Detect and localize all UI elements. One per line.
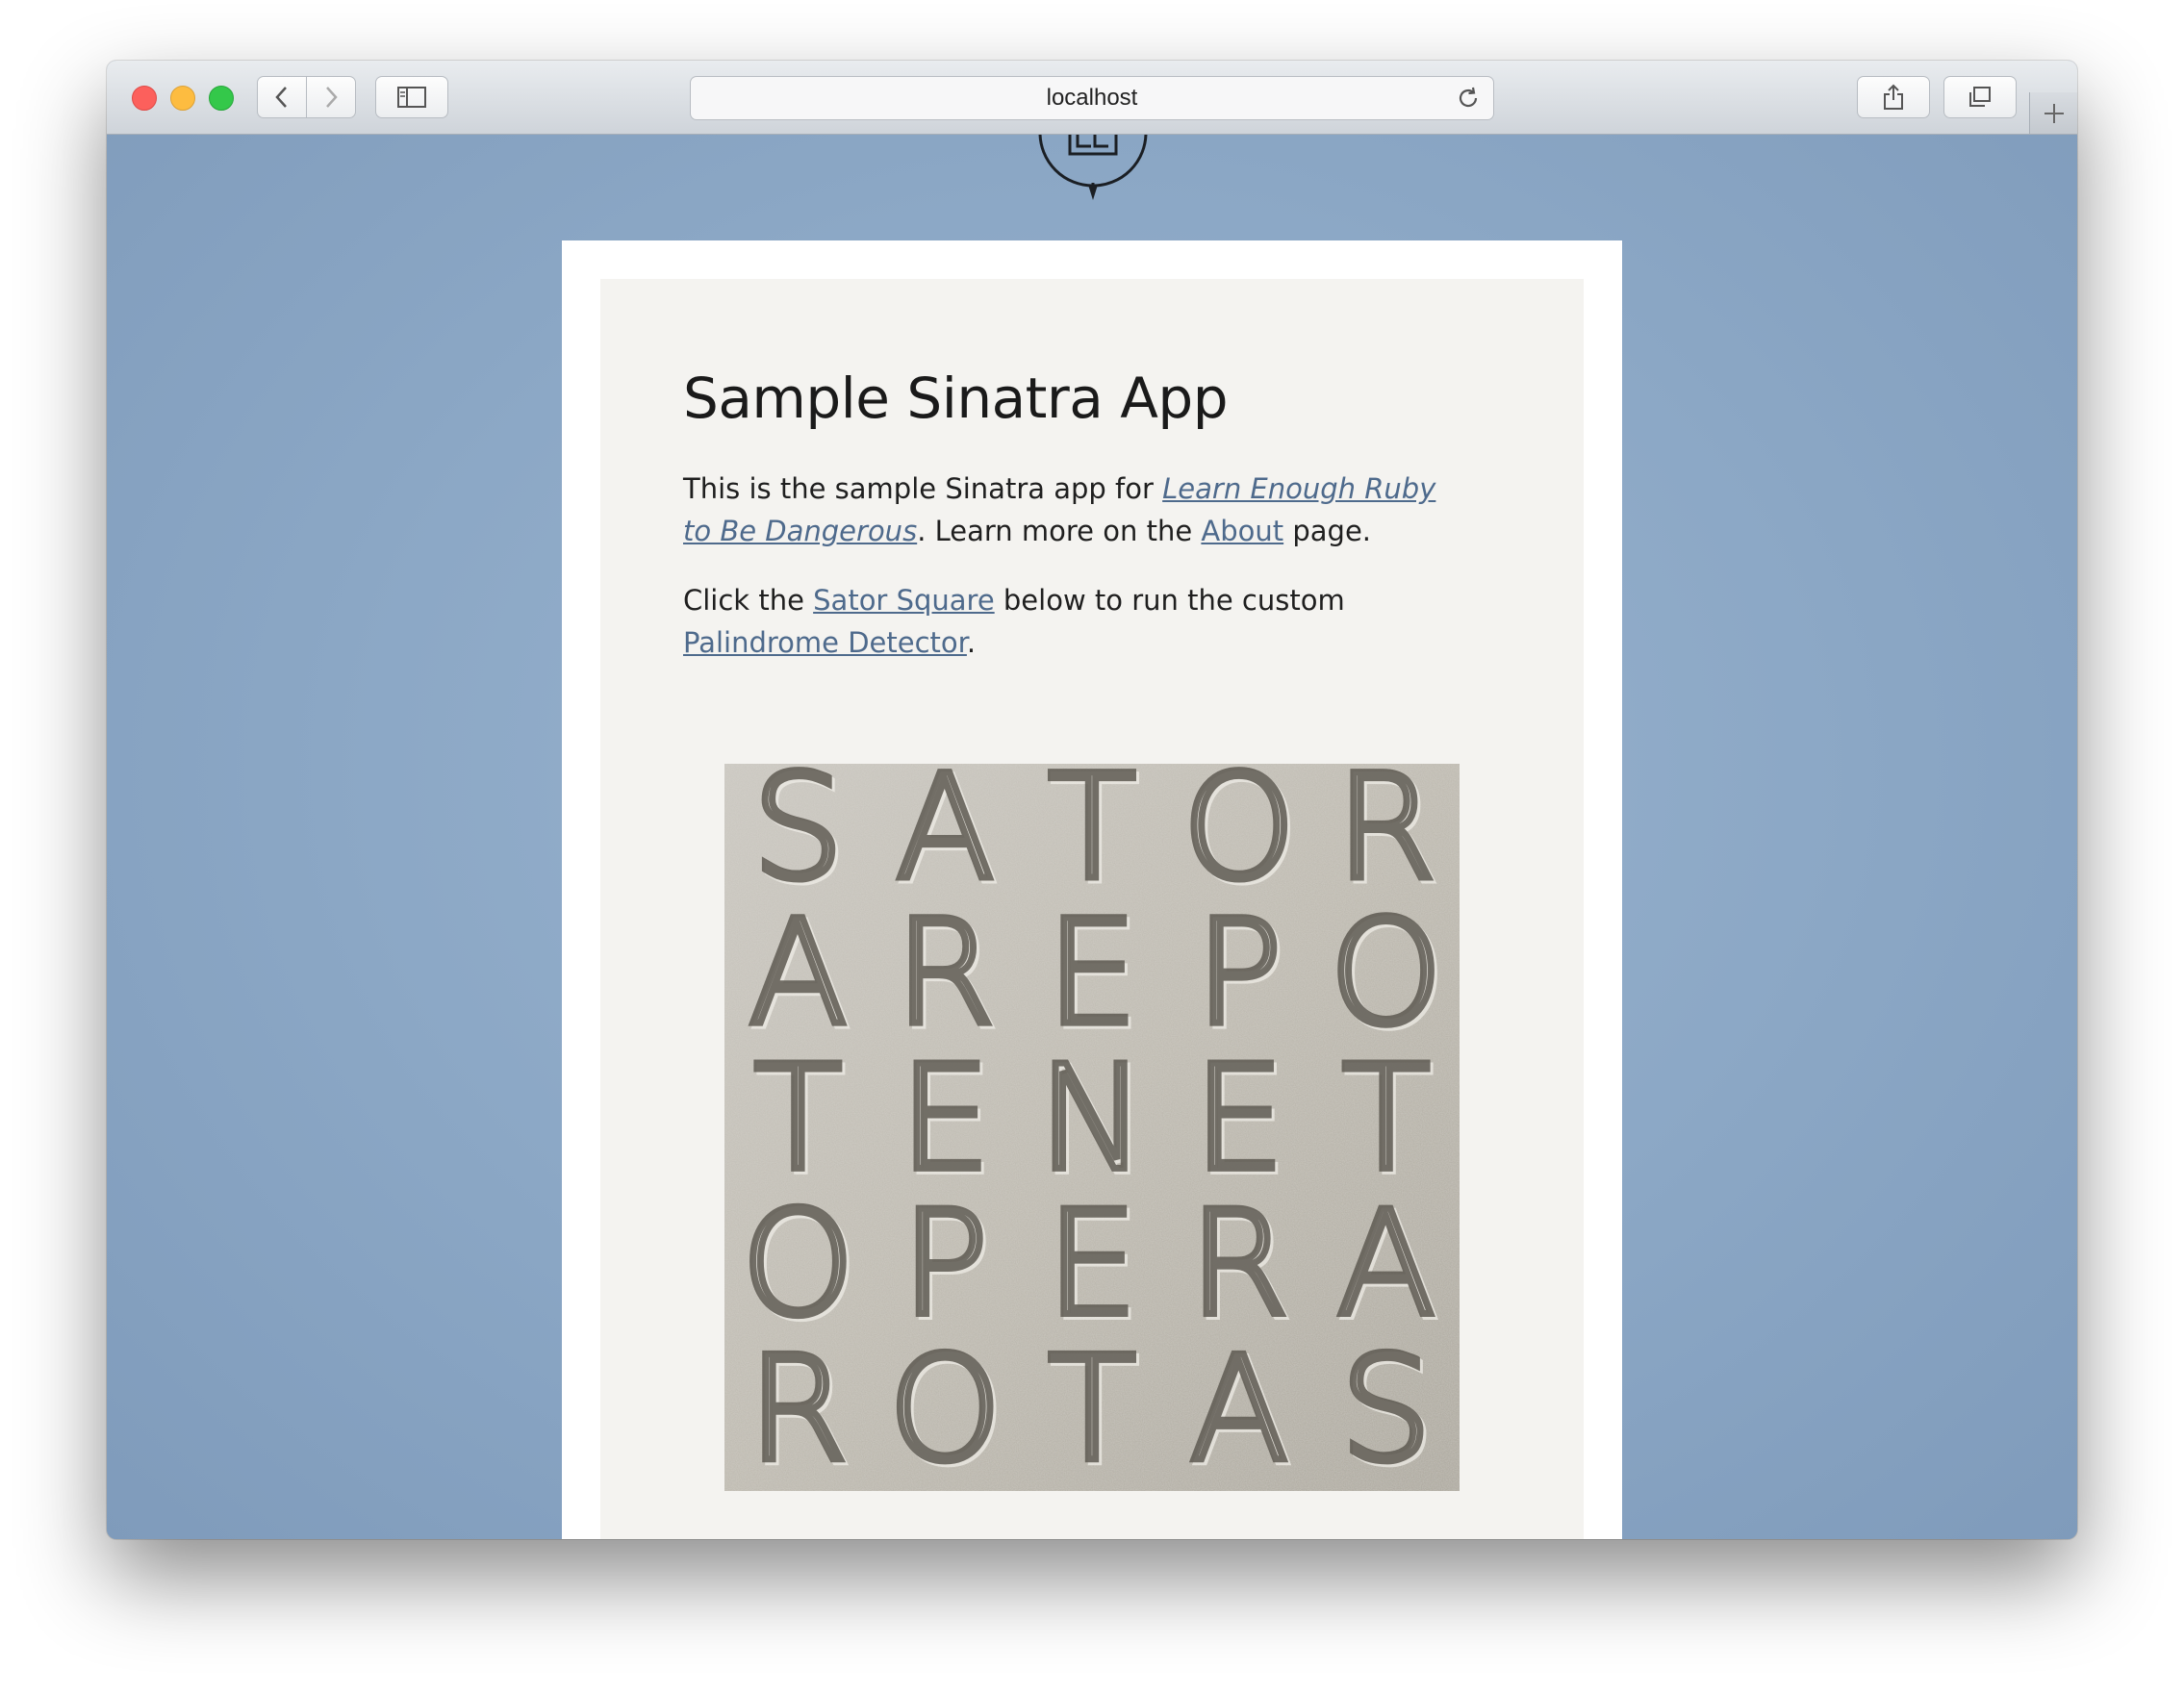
- sator-letter: P: [1196, 890, 1282, 1057]
- sator-letter: E: [1047, 890, 1138, 1057]
- new-tab-button[interactable]: [2029, 92, 2077, 134]
- sator-letter: E: [900, 1035, 991, 1202]
- share-button[interactable]: [1857, 76, 1930, 118]
- tabs-icon: [1969, 87, 1991, 107]
- zoom-window-button[interactable]: [209, 86, 234, 111]
- address-bar[interactable]: localhost: [690, 76, 1494, 120]
- sator-letter: E: [1047, 1181, 1138, 1349]
- sator-letter: E: [1193, 1035, 1284, 1202]
- page-viewport: Sample Sinatra App This is the sample Si…: [107, 135, 2077, 1539]
- site-logo-icon[interactable]: [1035, 135, 1151, 204]
- palindrome-detector-link[interactable]: Palindrome Detector: [683, 626, 967, 659]
- sator-letter: A: [1189, 1327, 1288, 1491]
- sator-letter: A: [1336, 1181, 1435, 1349]
- instruction-paragraph: Click the Sator Square below to run the …: [683, 579, 1453, 664]
- plus-icon: [2044, 103, 2064, 123]
- minimize-window-button[interactable]: [170, 86, 195, 111]
- sidebar-icon: [397, 87, 426, 108]
- show-tabs-button[interactable]: [1943, 76, 2017, 118]
- sator-letter: T: [754, 1035, 843, 1202]
- intro-text: This is the sample Sinatra app for: [683, 472, 1163, 505]
- close-window-button[interactable]: [132, 86, 157, 111]
- sator-letter: O: [888, 1327, 1002, 1491]
- sator-square-link[interactable]: Sator Square: [813, 584, 995, 617]
- sator-letter: R: [895, 890, 995, 1057]
- instruction-text: .: [966, 626, 977, 659]
- main-card: Sample Sinatra App This is the sample Si…: [562, 240, 1622, 1539]
- sidebar-button[interactable]: [375, 76, 448, 118]
- sator-letter: S: [1340, 1327, 1432, 1491]
- intro-text: . Learn more on the: [917, 515, 1202, 547]
- intro-paragraph: This is the sample Sinatra app for Learn…: [683, 467, 1453, 552]
- about-link[interactable]: About: [1201, 515, 1283, 547]
- sator-letter: A: [749, 890, 848, 1057]
- instruction-text: Click the: [683, 584, 814, 617]
- page-title: Sample Sinatra App: [683, 366, 1229, 431]
- sator-square-image[interactable]: SSAATTOORRAARREEPPOOTTEENNEETTOOPPEERRAA…: [724, 764, 1460, 1491]
- sator-letter: P: [902, 1181, 988, 1349]
- sator-letter: T: [1048, 1327, 1136, 1491]
- content-panel: Sample Sinatra App This is the sample Si…: [600, 279, 1584, 1539]
- intro-text: page.: [1283, 515, 1372, 547]
- browser-toolbar: localhost: [107, 61, 2077, 135]
- chevron-right-icon: [326, 87, 338, 108]
- share-icon: [1884, 84, 1903, 110]
- reload-icon: [1459, 87, 1478, 108]
- back-button[interactable]: [257, 76, 307, 118]
- address-text: localhost: [1046, 85, 1138, 111]
- reload-button[interactable]: [1455, 85, 1482, 115]
- sator-letter: N: [1038, 1035, 1146, 1202]
- sator-letter: R: [1189, 1181, 1289, 1349]
- instruction-text: below to run the custom: [994, 584, 1345, 617]
- browser-window: localhost Sample Sinatra App This is the…: [107, 61, 2077, 1539]
- sator-letter: T: [1342, 1035, 1431, 1202]
- sator-letter: O: [741, 1181, 854, 1349]
- sator-letter: O: [1330, 890, 1443, 1057]
- sator-letter: R: [748, 1327, 848, 1491]
- forward-button[interactable]: [306, 76, 356, 118]
- chevron-left-icon: [275, 87, 287, 108]
